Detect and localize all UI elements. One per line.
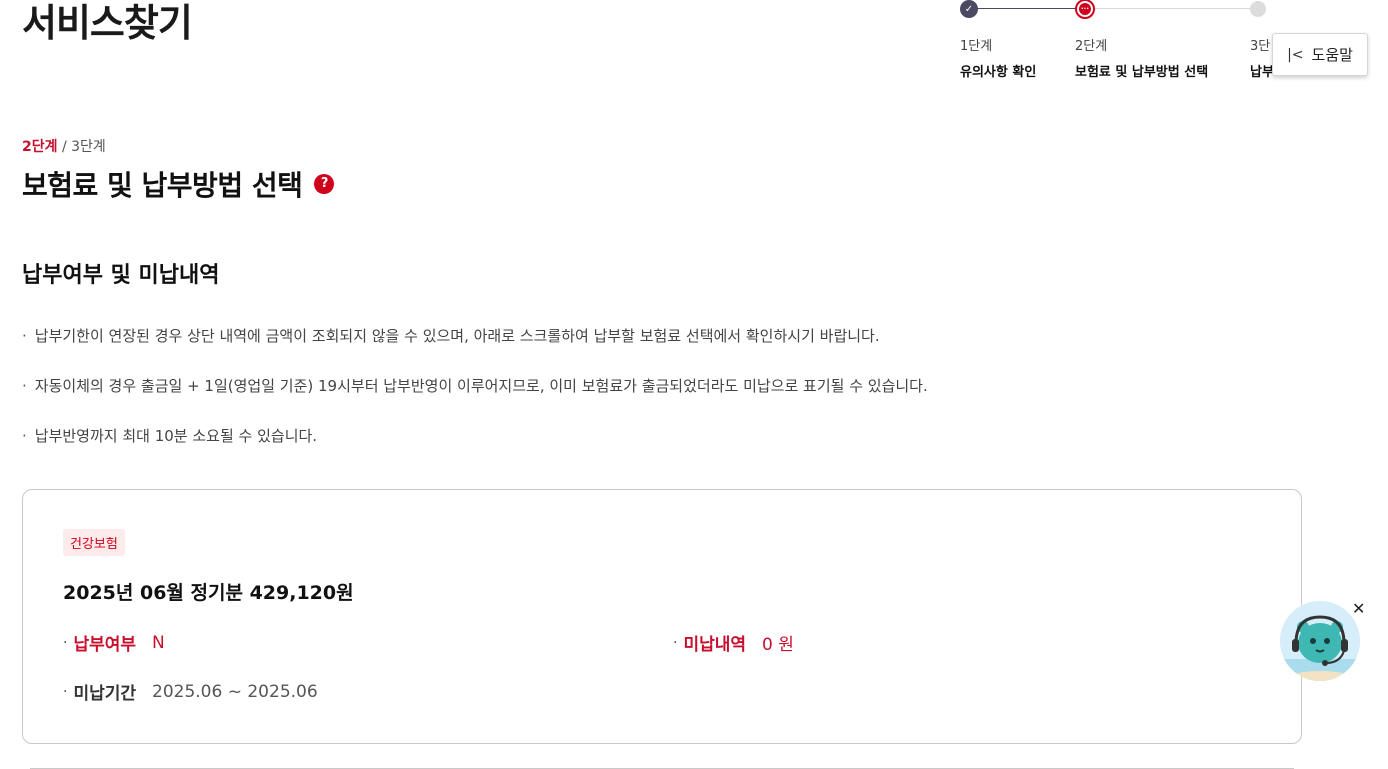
unpaid-amount-row: · 미납내역 0 원 (673, 630, 794, 656)
notice-list: · 납부기한이 연장된 경우 상단 내역에 금액이 조회되지 않을 수 있으며, … (22, 325, 928, 475)
stepper-line-todo (1085, 8, 1257, 9)
billing-title: 2025년 06월 정기분 429,120원 (63, 582, 354, 604)
unpaid-period-value: 2025.06 ~ 2025.06 (152, 681, 318, 702)
close-icon[interactable]: ✕ (1352, 599, 1365, 618)
unpaid-period-label: 미납기간 (73, 684, 137, 704)
total-steps: / 3단계 (57, 139, 106, 155)
current-step: 2단계 (22, 139, 58, 155)
step1-name: 유의사항 확인 (960, 65, 1037, 80)
unpaid-period-row: · 미납기간 2025.06 ~ 2025.06 (63, 679, 318, 705)
insurance-payment-card: 건강보험 2025년 06월 정기분 429,120원 · 납부여부 N · 미… (22, 489, 1302, 744)
payment-status-value: N (152, 632, 165, 653)
payment-status-row: · 납부여부 N (63, 630, 165, 656)
help-button-label: 도움말 (1311, 46, 1353, 64)
insurance-type-badge: 건강보험 (63, 529, 125, 556)
step2-current-icon: ··· (1075, 0, 1095, 19)
payment-status-label: 납부여부 (73, 635, 137, 655)
step3-name: 납부 (1250, 65, 1274, 80)
section-title-text: 보험료 및 납부방법 선택 (22, 169, 303, 202)
step1-check-icon: ✓ (960, 0, 978, 18)
notice-item: · 납부기한이 연장된 경우 상단 내역에 금액이 조회되지 않을 수 있으며, … (22, 327, 880, 345)
stepper-line-done (969, 8, 1085, 9)
page-title: 서비스찾기 (22, 1, 193, 45)
notice-item: · 자동이체의 경우 출금일 + 1일(영업일 기준) 19시부터 납부반영이 이… (22, 377, 928, 395)
unpaid-amount-value: 0 원 (762, 635, 794, 655)
collapse-left-icon: |< (1287, 46, 1304, 63)
section-title: 보험료 및 납부방법 선택 ? (22, 164, 335, 204)
step2-number: 2단계 (1075, 39, 1108, 54)
notice-item: · 납부반영까지 최대 10분 소요될 수 있습니다. (22, 427, 318, 445)
step3-number: 3단 (1250, 39, 1271, 54)
chatbot-mascot-icon[interactable] (1280, 601, 1360, 681)
question-icon[interactable]: ? (314, 174, 335, 194)
step-indicator: 2단계 / 3단계 (22, 136, 106, 156)
step2-name: 보험료 및 납부방법 선택 (1075, 65, 1209, 80)
chatbot-avatar (1280, 601, 1360, 681)
step1-number: 1단계 (960, 39, 993, 54)
help-button[interactable]: |< 도움말 (1272, 33, 1368, 76)
step3-pending-icon (1250, 1, 1266, 17)
unpaid-amount-label: 미납내역 (683, 635, 747, 655)
subsection-title: 납부여부 및 미납내역 (22, 263, 220, 288)
progress-stepper: ✓ ··· 1단계 유의사항 확인 2단계 보험료 및 납부방법 선택 3단 납… (960, 0, 1280, 80)
